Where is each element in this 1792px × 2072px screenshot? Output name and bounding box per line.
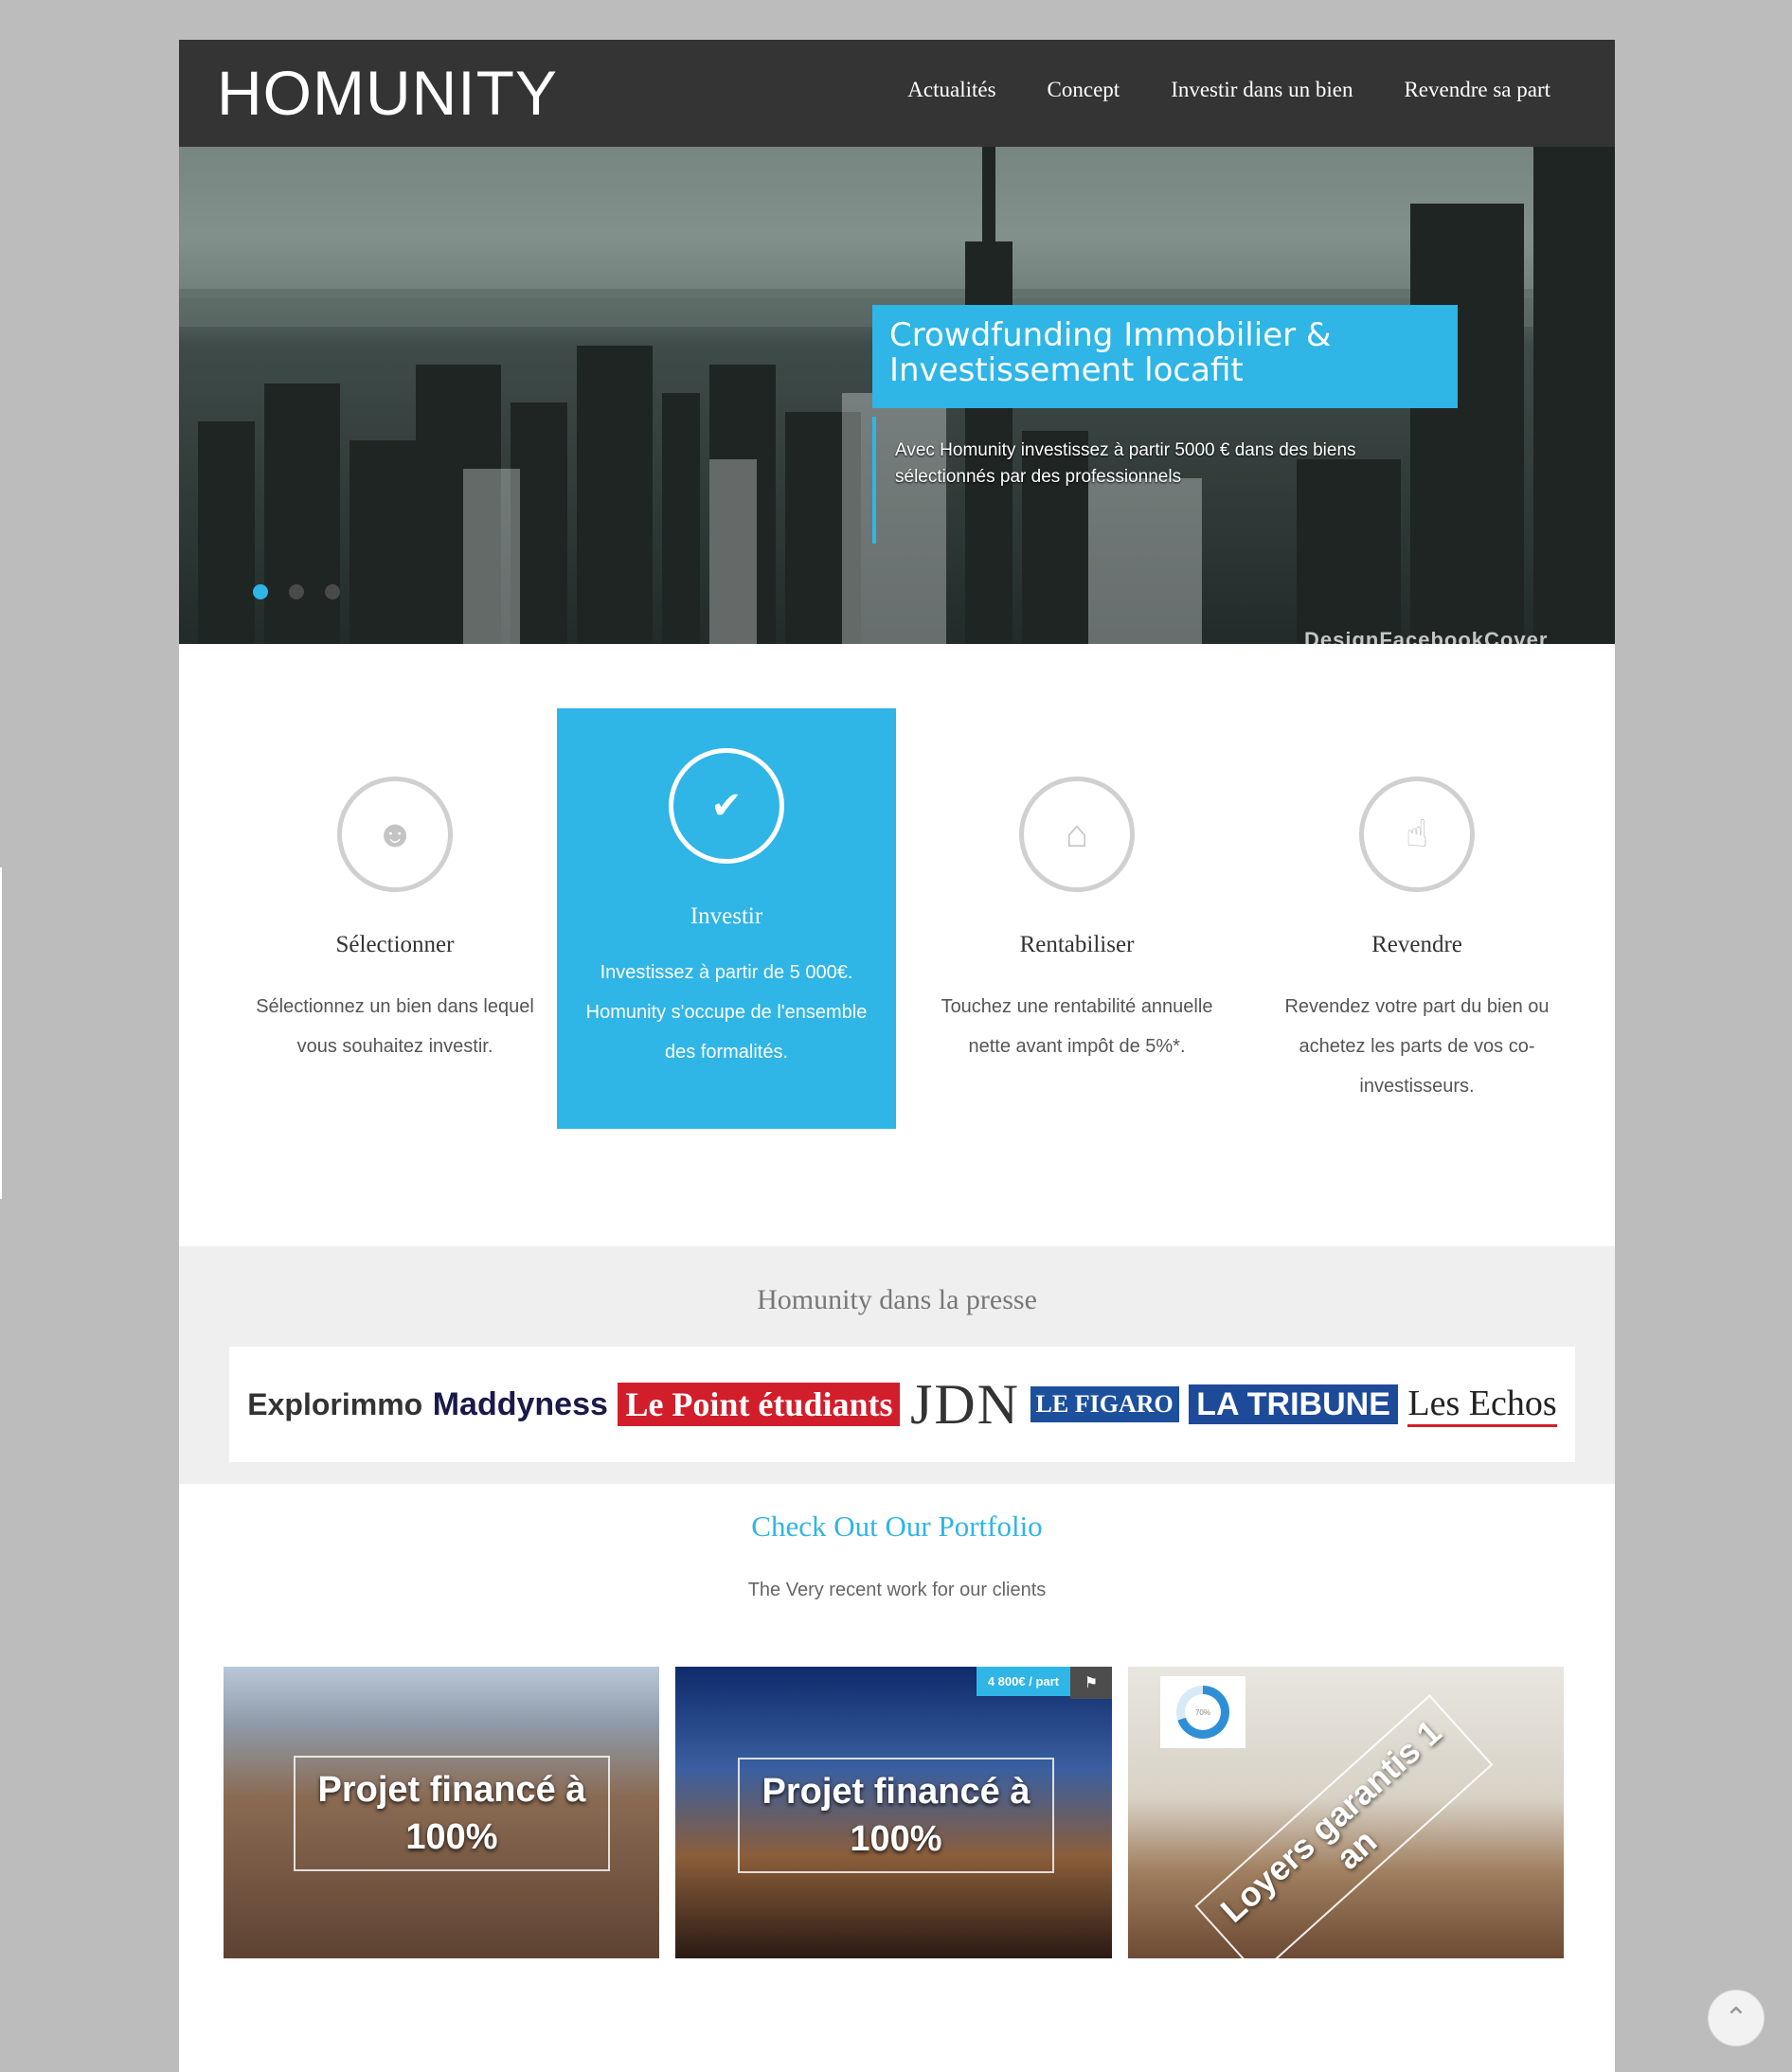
site-logo[interactable]: HOMUNITY [217, 57, 558, 129]
logo-explorimmo[interactable]: Explorimmo [247, 1387, 422, 1422]
portfolio-title: Check Out Our Portfolio [751, 1509, 1043, 1543]
chevron-up-icon: ⌃ [1724, 2002, 1748, 2034]
hero-slider: Crowdfunding Immobilier & Investissement… [179, 147, 1615, 644]
progress-value: 70% [1185, 1694, 1221, 1730]
logo-jdn[interactable]: JDN [910, 1372, 1020, 1438]
price-badge: 4 800€ / part [976, 1667, 1070, 1696]
feature-title: Revendre [1371, 932, 1462, 957]
nav-concept[interactable]: Concept [1048, 78, 1120, 102]
press-logos: Explorimmo Maddyness Le Point étudiants … [229, 1347, 1575, 1462]
logo-maddyness[interactable]: Maddyness [433, 1386, 608, 1423]
hero-subtitle-box: Avec Homunity investissez à partir 5000 … [872, 417, 1403, 544]
feature-desc: Sélectionnez un bien dans lequel vous so… [256, 996, 534, 1057]
slider-dot-2[interactable] [289, 584, 304, 599]
feature-selectionner[interactable]: ☻ Sélectionner Sélectionnez un bien dans… [225, 708, 564, 1129]
portfolio-tile-3[interactable]: 70% Loyers garantis 1 an [1128, 1667, 1564, 1958]
users-icon: ☻ [337, 777, 453, 892]
feature-desc: Touchez une rentabilité annuelle nette a… [941, 996, 1213, 1057]
feature-investir[interactable]: ✔ Investir Investissez à partir de 5 000… [557, 708, 896, 1129]
image-watermark: DesignFacebookCover [1304, 628, 1549, 644]
logo-les-echos[interactable]: Les Echos [1407, 1383, 1557, 1427]
hero-title: Crowdfunding Immobilier & Investissement… [889, 316, 1332, 389]
slider-dots [253, 584, 340, 599]
press-section: Homunity dans la presse Explorimmo Maddy… [179, 1246, 1615, 1484]
logo-la-tribune[interactable]: LA TRIBUNE [1189, 1384, 1398, 1424]
slider-dot-3[interactable] [325, 584, 340, 599]
progress-donut: 70% [1176, 1686, 1229, 1739]
feature-desc: Investissez à partir de 5 000€. Homunity… [585, 962, 868, 1063]
progress-card: 70% [1160, 1676, 1245, 1748]
hero-title-box: Crowdfunding Immobilier & Investissement… [872, 305, 1458, 408]
main-nav: Actualités Concept Investir dans un bien… [907, 78, 1550, 102]
site-header: HOMUNITY Actualités Concept Investir dan… [179, 40, 1615, 147]
scroll-to-top-button[interactable]: ⌃ [1708, 1990, 1765, 2046]
feature-revendre[interactable]: ☝ Revendre Revendez votre part du bien o… [1247, 708, 1586, 1129]
tile-overlay-label: Projet financé à 100% [294, 1756, 610, 1871]
home-icon: ⌂ [1019, 777, 1135, 892]
feature-title: Investir [690, 903, 763, 929]
portfolio-tile-2[interactable]: 4 800€ / part ⚑ Projet financé à 100% [675, 1667, 1112, 1958]
feature-title: Rentabiliser [1019, 932, 1135, 957]
features-section: ☻ Sélectionner Sélectionnez un bien dans… [179, 644, 1615, 1246]
left-edge-mark [0, 867, 2, 1199]
page-container: HOMUNITY Actualités Concept Investir dan… [179, 40, 1615, 2072]
nav-revendre[interactable]: Revendre sa part [1404, 78, 1550, 102]
slider-dot-1[interactable] [253, 584, 268, 599]
feature-title: Sélectionner [335, 932, 455, 957]
press-title: Homunity dans la presse [757, 1284, 1037, 1315]
check-icon: ✔ [669, 748, 784, 864]
tile-overlay-label: Projet financé à 100% [738, 1758, 1054, 1873]
hand-pointer-icon: ☝ [1359, 777, 1475, 892]
portfolio-subtitle: The Very recent work for our clients [747, 1580, 1047, 1600]
feature-rentabiliser[interactable]: ⌂ Rentabiliser Touchez une rentabilité a… [907, 708, 1246, 1129]
logo-le-figaro[interactable]: LE FIGARO [1030, 1386, 1179, 1422]
feature-desc: Revendez votre part du bien ou achetez l… [1284, 996, 1550, 1097]
logo-le-point[interactable]: Le Point étudiants [618, 1383, 901, 1426]
portfolio-tile-1[interactable]: Projet financé à 100% [224, 1667, 659, 1958]
hero-subtitle: Avec Homunity investissez à partir 5000 … [895, 440, 1356, 487]
tag-icon[interactable]: ⚑ [1070, 1667, 1112, 1699]
nav-investir[interactable]: Investir dans un bien [1171, 78, 1353, 102]
nav-actualites[interactable]: Actualités [907, 78, 995, 102]
